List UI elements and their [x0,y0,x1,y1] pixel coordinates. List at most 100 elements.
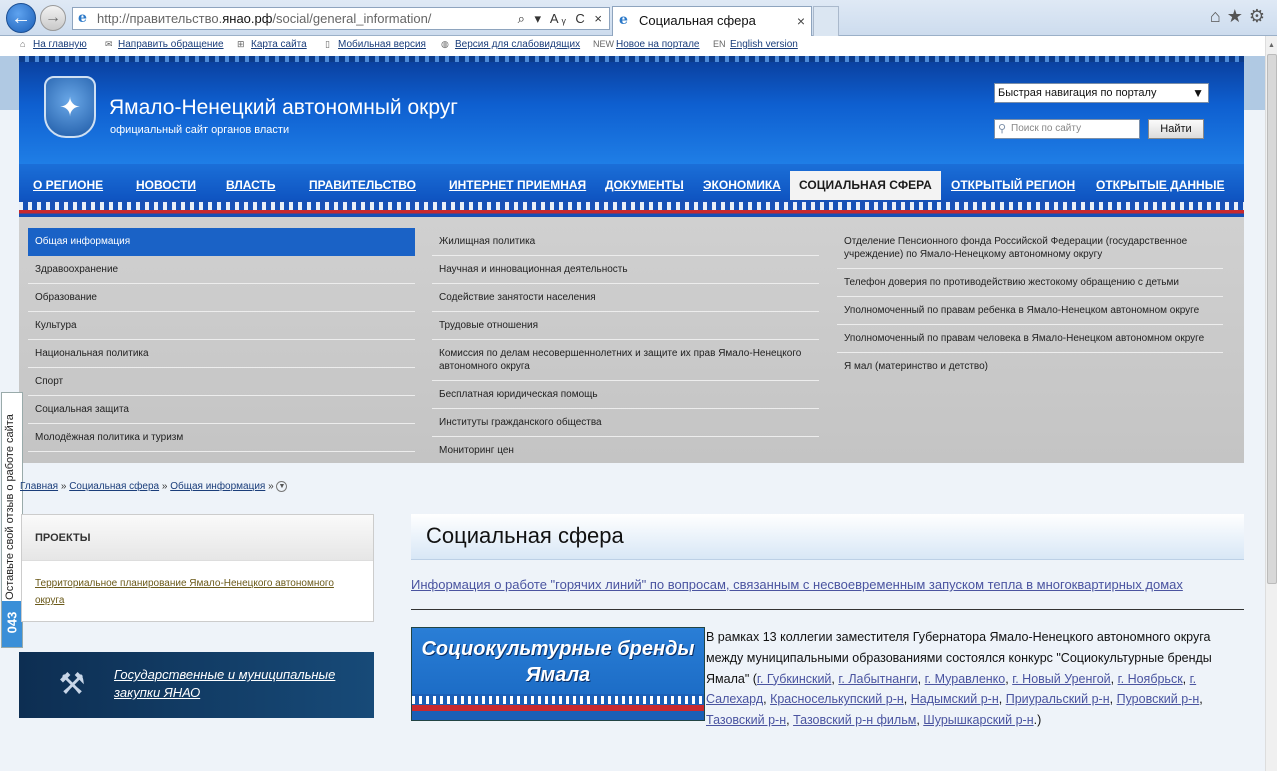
link-labytnangi[interactable]: г. Лабытнанги [838,672,917,686]
submenu-sport[interactable]: Спорт [28,368,415,396]
english-icon: EN [713,39,726,49]
back-button[interactable]: ← [6,3,36,33]
breadcrumb-general[interactable]: Общая информация [170,481,265,492]
submenu-column-3: Отделение Пенсионного фонда Российской Ф… [837,228,1223,380]
link-appeal[interactable]: Направить обращение [118,39,224,50]
submenu-legal-aid[interactable]: Бесплатная юридическая помощь [432,381,819,409]
new-tab-button[interactable] [813,6,839,36]
nav-internet-reception[interactable]: ИНТЕРНЕТ ПРИЕМНАЯ [449,178,586,192]
link-mobile[interactable]: Мобильная версия [338,39,426,50]
submenu-youth-policy[interactable]: Молодёжная политика и туризм [28,424,415,452]
submenu-child-ombudsman[interactable]: Уполномоченный по правам ребенка в Ямало… [837,297,1223,325]
scroll-up-icon[interactable]: ▲ [1268,42,1275,49]
link-muravlenko[interactable]: г. Муравленко [925,672,1006,686]
submenu-national-policy[interactable]: Национальная политика [28,340,415,368]
submenu-pension-fund[interactable]: Отделение Пенсионного фонда Российской Ф… [837,228,1223,269]
submenu-ya-mal[interactable]: Я мал (материнство и детство) [837,353,1223,380]
browser-tab[interactable]: e Социальная сфера × [612,6,812,36]
feedback-label: Оставьте свой отзыв о работе сайта [4,414,16,600]
submenu-healthcare[interactable]: Здравоохранение [28,256,415,284]
link-novy-urengoy[interactable]: г. Новый Уренгой [1012,672,1110,686]
search-button[interactable]: Найти [1148,119,1204,139]
address-path: /social/general_information/ [272,11,432,26]
close-icon[interactable]: × [797,7,805,35]
chevron-down-icon: ▼ [1192,86,1204,100]
scrollbar-thumb[interactable] [1267,54,1277,584]
link-english[interactable]: English version [730,39,798,50]
submenu-housing-policy[interactable]: Жилищная политика [432,228,819,256]
breadcrumb-home[interactable]: Главная [20,481,58,492]
quick-navigation-select[interactable]: Быстрая навигация по порталу ▼ [994,83,1209,103]
accessibility-icon: ◍ [441,39,449,49]
nav-about-region[interactable]: О РЕГИОНЕ [33,178,103,192]
submenu-labor-relations[interactable]: Трудовые отношения [432,312,819,340]
address-tools[interactable]: ⌕ ▾ Aᵧ C × [518,8,605,29]
submenu-column-1: Общая информация Здравоохранение Образов… [28,228,415,452]
link-shuryshkarsky[interactable]: Шурышкарский р-н [923,713,1033,727]
hotline-link[interactable]: Информация о работе "горячих линий" по в… [411,577,1244,592]
address-prefix: http://правительство. [97,11,223,26]
nav-open-data[interactable]: ОТКРЫТЫЕ ДАННЫЕ [1096,178,1224,192]
nav-documents[interactable]: ДОКУМЕНТЫ [605,178,684,192]
new-icon: NEW [593,39,614,49]
link-nadymsky[interactable]: Надымский р-н [911,692,999,706]
coat-of-arms-icon[interactable]: ✦ [44,76,96,138]
breadcrumb-social[interactable]: Социальная сфера [69,481,159,492]
submenu-social-protection[interactable]: Социальная защита [28,396,415,424]
search-input[interactable]: ⚲ Поиск по сайту [994,119,1140,139]
arrow-right-icon: → [45,9,61,26]
submenu-minors-commission[interactable]: Комиссия по делам несовершеннолетних и з… [432,340,819,381]
national-ornament-strip [19,200,1244,217]
breadcrumb-separator: » [268,481,274,493]
nav-economy[interactable]: ЭКОНОМИКА [703,178,781,192]
submenu-human-rights-ombudsman[interactable]: Уполномоченный по правам человека в Ямал… [837,325,1223,353]
feedback-tab[interactable]: Оставьте свой отзыв о работе сайта 043 [1,392,23,648]
site-header: ✦ Ямало-Ненецкий автономный округ официа… [19,56,1244,164]
search-placeholder: Поиск по сайту [1011,123,1082,134]
home-icon[interactable]: ⌂ [1210,6,1227,26]
link-priuralsky[interactable]: Приуральский р-н [1006,692,1110,706]
link-noyabrsk[interactable]: г. Ноябрьск [1118,672,1183,686]
submenu-price-monitoring[interactable]: Мониторинг цен [432,437,819,464]
link-gubkinsky[interactable]: г. Губкинский [757,672,832,686]
nav-authority[interactable]: ВЛАСТЬ [226,178,275,192]
submenu-employment[interactable]: Содействие занятости населения [432,284,819,312]
project-link-territorial-planning[interactable]: Территориальное планирование Ямало-Ненец… [35,575,355,609]
submenu-helpline[interactable]: Телефон доверия по противодействию жесто… [837,269,1223,297]
ie-icon: e [619,12,628,28]
chevron-down-icon[interactable]: ▼ [276,481,288,492]
quick-navigation-value: Быстрая навигация по порталу [998,87,1157,99]
link-accessible[interactable]: Версия для слабовидящих [455,39,580,50]
page-title: Социальная сфера [411,514,1244,560]
gear-icon[interactable]: ⚙ [1249,6,1271,26]
browser-toolbar-icons: ⌂★⚙ [1210,6,1271,27]
link-krasnoselkupsky[interactable]: Красноселькупский р-н [770,692,904,706]
star-icon[interactable]: ★ [1227,6,1249,26]
nav-news[interactable]: НОВОСТИ [136,178,196,192]
brands-image-line2: Ямала [525,664,591,686]
link-tazovsky[interactable]: Тазовский р-н [706,713,786,727]
brands-image[interactable]: Социокультурные бренды Ямала [411,627,705,721]
submenu-general-info[interactable]: Общая информация [28,228,415,256]
link-sitemap[interactable]: Карта сайта [251,39,307,50]
vertical-scrollbar[interactable]: ▲ [1265,36,1277,771]
submenu-culture[interactable]: Культура [28,312,415,340]
ie-icon: e [78,10,87,26]
nav-government[interactable]: ПРАВИТЕЛЬСТВО [309,178,416,192]
submenu-civil-society[interactable]: Институты гражданского общества [432,409,819,437]
browser-chrome: ← → e http://правительство.янао.рф/socia… [0,0,1277,36]
link-whats-new[interactable]: Новое на портале [616,39,700,50]
link-purovsky[interactable]: Пуровский р-н [1117,692,1200,706]
utility-bar: ⌂ На главную ✉ Направить обращение ⊞ Кар… [0,36,1265,56]
site-title: Ямало-Ненецкий автономный округ [109,96,458,119]
procurement-banner[interactable]: ⚒ Государственные и муниципальные закупк… [19,652,374,718]
link-tazovsky-film[interactable]: Тазовский р-н фильм [793,713,916,727]
forward-button[interactable]: → [40,5,66,31]
procurement-link[interactable]: Государственные и муниципальные закупки … [114,666,354,702]
submenu-education[interactable]: Образование [28,284,415,312]
address-bar[interactable]: e http://правительство.янао.рф/social/ge… [72,7,610,30]
submenu-science[interactable]: Научная и инновационная деятельность [432,256,819,284]
nav-open-region[interactable]: ОТКРЫТЫЙ РЕГИОН [951,178,1075,192]
link-home[interactable]: На главную [33,39,87,50]
search-icon: ⚲ [998,123,1007,135]
